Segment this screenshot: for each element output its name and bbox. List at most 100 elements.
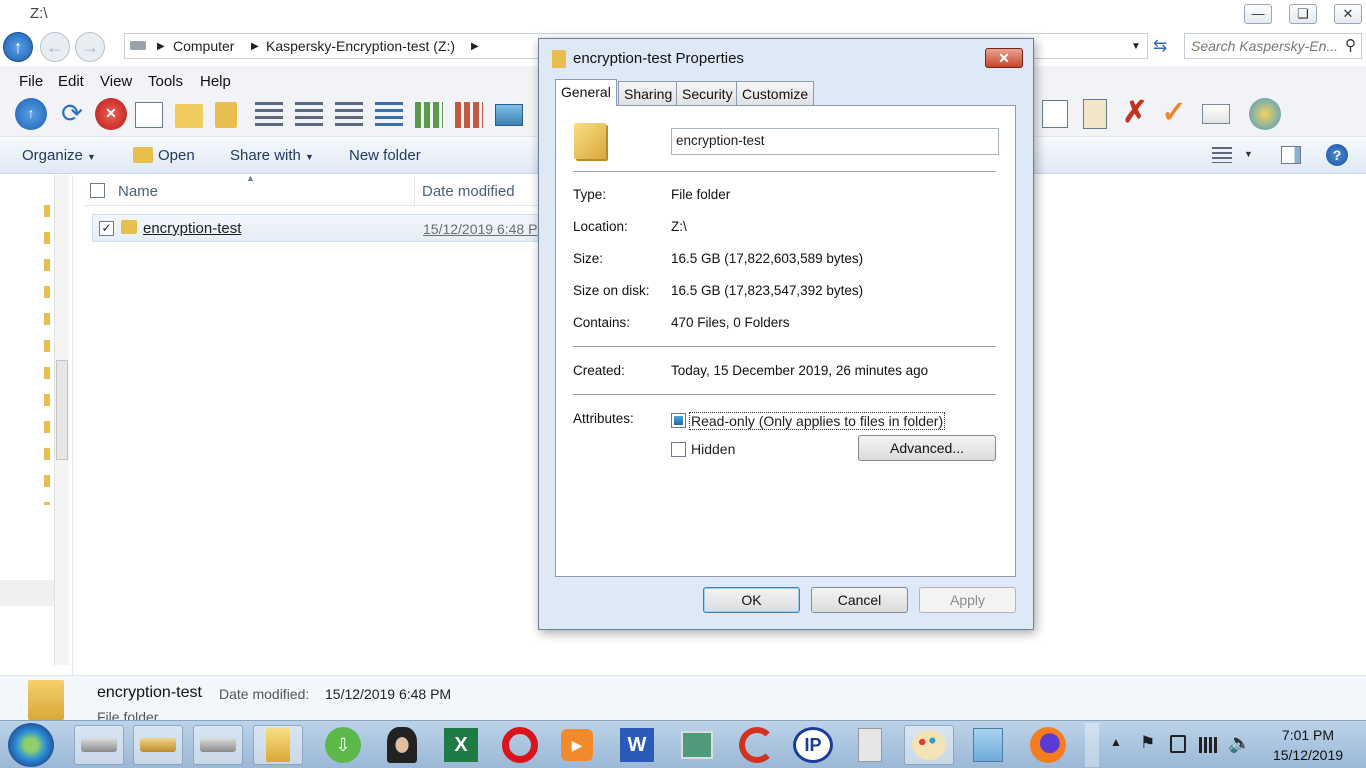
taskbar-lock-file[interactable] [845, 725, 895, 765]
view-options-icon[interactable] [1212, 147, 1232, 163]
ok-button[interactable]: OK [703, 587, 800, 613]
folder-icon[interactable] [215, 102, 237, 128]
file-row[interactable]: ✓ encryption-test 15/12/2019 6:48 P [92, 214, 542, 242]
taskbar-excel[interactable]: X [436, 725, 486, 765]
view-icons-icon[interactable] [255, 102, 283, 128]
taskbar-drive-2[interactable] [133, 725, 183, 765]
taskbar-drive-3[interactable] [193, 725, 243, 765]
maximize-button[interactable]: ❏ [1289, 4, 1317, 24]
new-folder-icon[interactable] [175, 104, 203, 128]
taskbar-paint[interactable] [904, 725, 954, 765]
preview-pane-icon[interactable] [1281, 146, 1301, 164]
refresh-icon[interactable]: ⇆ [1153, 36, 1167, 56]
help-icon[interactable]: ? [1326, 144, 1348, 166]
hidden-label[interactable]: Hidden [691, 441, 735, 457]
menu-file[interactable]: File [19, 73, 43, 90]
picture-icon[interactable] [495, 104, 523, 126]
view-filmstrip-icon[interactable] [455, 102, 483, 128]
taskbar-ccleaner[interactable] [732, 725, 782, 765]
organize-button[interactable]: Organize ▼ [22, 147, 96, 164]
chevron-down-icon[interactable]: ▼ [1131, 41, 1141, 52]
recorder-icon [681, 731, 713, 759]
volume-icon[interactable]: 🔈 [1228, 731, 1252, 755]
taskbar-word[interactable]: W [612, 725, 662, 765]
delete-icon[interactable]: ✗ [1119, 98, 1151, 130]
view-tiles-icon[interactable] [375, 102, 403, 128]
properties-icon[interactable] [135, 102, 163, 128]
view-details-icon[interactable] [335, 102, 363, 128]
taskbar-explorer[interactable] [253, 725, 303, 765]
location-value: Z:\ [671, 219, 687, 234]
folder-name-field[interactable]: encryption-test [671, 128, 999, 155]
taskbar-firefox[interactable] [1023, 725, 1073, 765]
taskbar-drive-1[interactable] [74, 725, 124, 765]
column-name[interactable]: Name [118, 183, 158, 200]
clock[interactable]: 7:01 PM 15/12/2019 [1258, 725, 1358, 765]
close-window-button[interactable]: ✕ [1334, 4, 1362, 24]
taskbar-ip[interactable]: IP [788, 725, 838, 765]
readonly-checkbox-box[interactable] [671, 413, 686, 428]
stop-icon[interactable]: ✕ [95, 98, 127, 130]
scroll-thumb[interactable] [56, 360, 68, 460]
taskbar-recorder[interactable] [672, 725, 722, 765]
contains-label: Contains: [573, 315, 631, 330]
taskbar-notepad[interactable] [963, 725, 1013, 765]
advanced-button[interactable]: Advanced... [858, 435, 996, 461]
flag-icon[interactable]: ⚑ [1140, 733, 1155, 753]
view-list-icon[interactable] [295, 102, 323, 128]
open-button[interactable]: Open [158, 147, 195, 164]
refresh-icon[interactable]: ⟳ [56, 98, 88, 130]
navigation-pane[interactable] [0, 175, 73, 675]
chevron-down-icon[interactable]: ▼ [1244, 149, 1253, 159]
checkmark-icon[interactable]: ✓ [1158, 98, 1190, 130]
copy-icon[interactable] [1042, 100, 1068, 128]
up-folder-icon[interactable]: ↑ [15, 98, 47, 130]
start-button[interactable] [8, 723, 54, 767]
forward-button[interactable]: → [75, 32, 105, 62]
tray-expand-icon[interactable]: ▲ [1110, 735, 1122, 749]
up-arrow-icon[interactable]: ↑ [3, 32, 33, 62]
tab-sharing[interactable]: Sharing [618, 81, 679, 105]
menu-view[interactable]: View [100, 73, 132, 90]
tab-general[interactable]: General [555, 79, 617, 106]
tab-security[interactable]: Security [676, 81, 739, 105]
nav-folder-icons[interactable] [44, 205, 50, 505]
column-divider[interactable] [414, 176, 415, 206]
new-folder-button[interactable]: New folder [349, 147, 421, 164]
readonly-label[interactable]: Read-only (Only applies to files in fold… [689, 412, 946, 430]
apply-button[interactable]: Apply [919, 587, 1016, 613]
nav-scrollbar[interactable] [54, 175, 69, 665]
share-with-button[interactable]: Share with ▼ [230, 147, 314, 164]
file-name[interactable]: encryption-test [143, 220, 241, 237]
back-button[interactable]: ← [40, 32, 70, 62]
menu-edit[interactable]: Edit [58, 73, 84, 90]
network-icon[interactable] [1199, 737, 1217, 753]
dialog-close-button[interactable]: ✕ [985, 48, 1023, 68]
menu-help[interactable]: Help [200, 73, 231, 90]
menu-tools[interactable]: Tools [148, 73, 183, 90]
hidden-checkbox-box[interactable] [671, 442, 686, 457]
search-input[interactable]: Search Kaspersky-En... ⚲ [1184, 33, 1362, 59]
taskbar-app-green[interactable]: ⇩ [318, 725, 368, 765]
taskbar-app-spy[interactable] [377, 725, 427, 765]
nav-selected-item[interactable] [0, 580, 54, 606]
chevron-right-icon: ▶ [251, 41, 259, 52]
taskbar-opera[interactable] [495, 725, 545, 765]
taskbar-scroll[interactable] [1085, 723, 1099, 767]
paste-icon[interactable] [1083, 99, 1107, 129]
breadcrumb-drive[interactable]: Kaspersky-Encryption-test (Z:) [266, 38, 455, 54]
breadcrumb-computer[interactable]: Computer [173, 38, 234, 54]
folder-icon [28, 680, 64, 720]
tab-customize[interactable]: Customize [736, 81, 815, 105]
row-checkbox[interactable]: ✓ [99, 221, 114, 236]
minimize-button[interactable]: — [1244, 4, 1272, 24]
taskbar-media[interactable]: ▶ [552, 725, 602, 765]
select-all-checkbox[interactable] [90, 183, 105, 198]
device-icon[interactable] [1170, 735, 1186, 753]
column-date-modified[interactable]: Date modified [422, 183, 515, 200]
shell-icon[interactable] [1249, 98, 1281, 130]
cancel-button[interactable]: Cancel [811, 587, 908, 613]
rename-icon[interactable] [1202, 104, 1230, 124]
view-thumbnails-icon[interactable] [415, 102, 443, 128]
search-icon[interactable]: ⚲ [1345, 36, 1356, 54]
